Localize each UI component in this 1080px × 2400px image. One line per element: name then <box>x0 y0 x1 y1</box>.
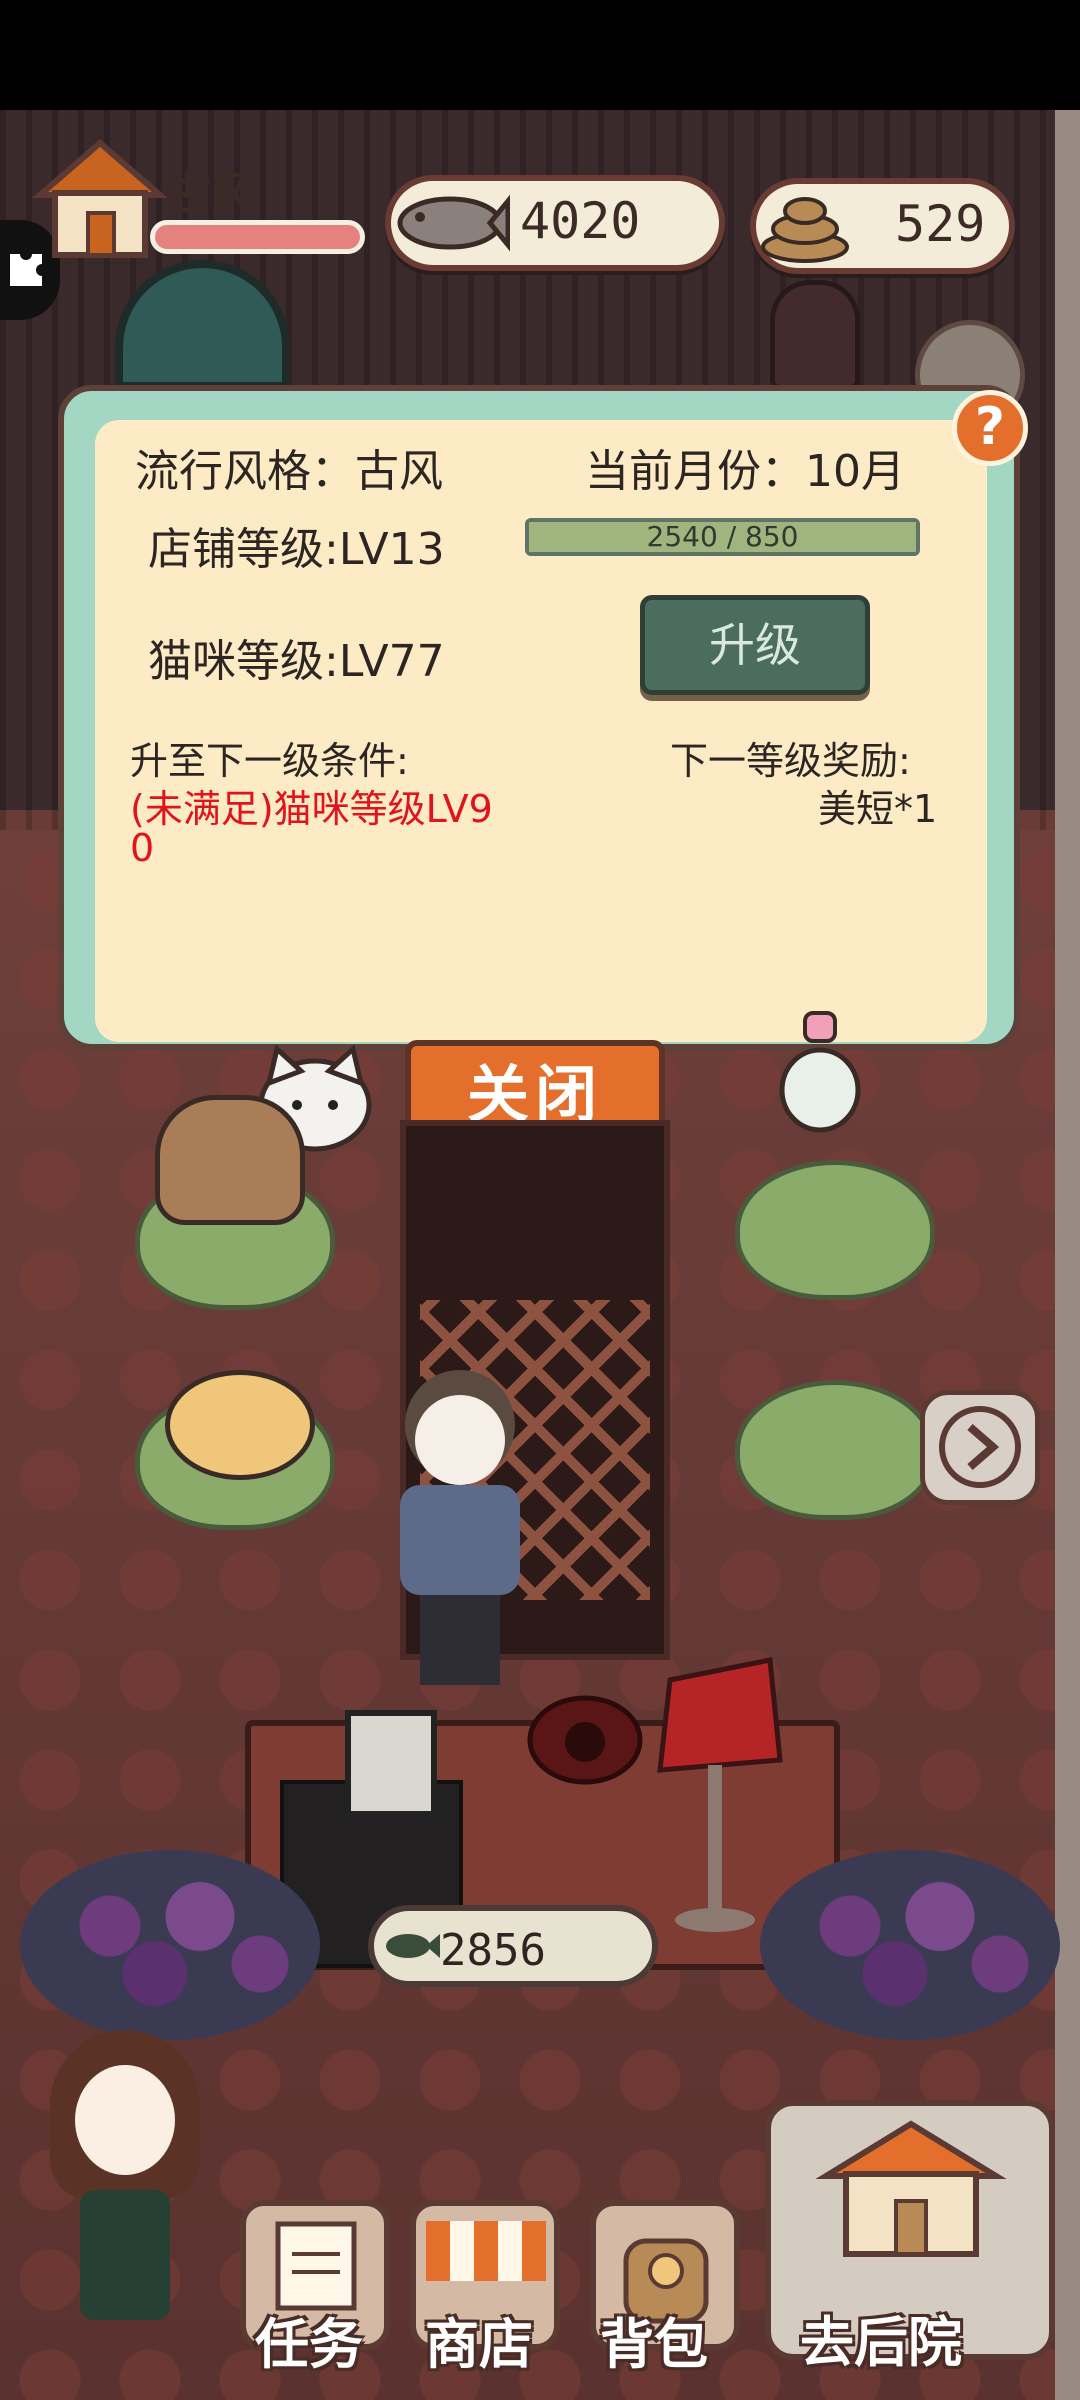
flower-bush-left <box>20 1850 320 2040</box>
next-condition-title: 升至下一级条件: <box>130 739 409 783</box>
counter-fish-count: 2856 <box>440 1925 546 1976</box>
nav-bag-label: 背包 <box>600 2313 708 2376</box>
popular-style-label: 流行风格：古风 <box>135 446 443 497</box>
reward-item: 美短*1 <box>818 787 938 831</box>
next-room-button[interactable] <box>920 1390 1040 1505</box>
bottle-icon <box>779 1011 861 1133</box>
cat-seated[interactable] <box>155 1095 305 1225</box>
fish-icon-small <box>386 1934 440 1958</box>
backyard-house-icon <box>815 2120 1007 2257</box>
help-button[interactable]: ? <box>952 390 1028 466</box>
wall-clock <box>770 280 860 390</box>
lamp-icon <box>657 1657 783 1932</box>
nav-task-label: 任务 <box>255 2313 363 2376</box>
cat-level-label: 猫咪等级:LV77 <box>148 636 445 687</box>
assistant-character[interactable] <box>40 2020 210 2360</box>
shop-awning-icon <box>426 2221 546 2281</box>
condition-line-1: (未满足)猫咪等级LV9 <box>130 787 493 831</box>
cat-cushion-top-right[interactable] <box>735 1160 935 1300</box>
style-progress-bar <box>150 220 365 254</box>
style-name: 古风 <box>165 167 257 221</box>
cat-lying[interactable] <box>165 1370 315 1480</box>
current-month-label: 当前月份：10月 <box>585 446 905 497</box>
cat-cushion-bottom-right[interactable] <box>735 1380 935 1520</box>
status-bar <box>0 0 1080 110</box>
next-reward-title: 下一等级奖励: <box>670 739 911 783</box>
upgrade-button[interactable]: 升级 <box>640 595 870 695</box>
condition-line-2: 0 <box>130 826 155 870</box>
register-monitor <box>345 1710 437 1817</box>
shop-level-label: 店铺等级:LV13 <box>148 524 445 575</box>
side-wall <box>1055 110 1080 2400</box>
fish-icon <box>397 194 510 252</box>
shop-xp-text: 2540 / 850 <box>646 520 799 553</box>
task-clipboard-icon <box>275 2221 357 2311</box>
nav-shop-label: 商店 <box>425 2313 533 2376</box>
poop-count: 529 <box>895 195 986 253</box>
chevron-right-icon <box>939 1406 1021 1488</box>
telephone-icon[interactable] <box>525 1680 645 1790</box>
flower-bush-right <box>760 1850 1060 2040</box>
shop-xp-bar: 2540 / 850 <box>525 518 920 556</box>
nav-backyard-label: 去后院 <box>800 2311 962 2374</box>
fish-count: 4020 <box>520 192 641 250</box>
house-icon[interactable] <box>30 135 170 265</box>
shop-owner-character[interactable] <box>385 1370 535 1690</box>
poop-icon <box>761 197 849 263</box>
